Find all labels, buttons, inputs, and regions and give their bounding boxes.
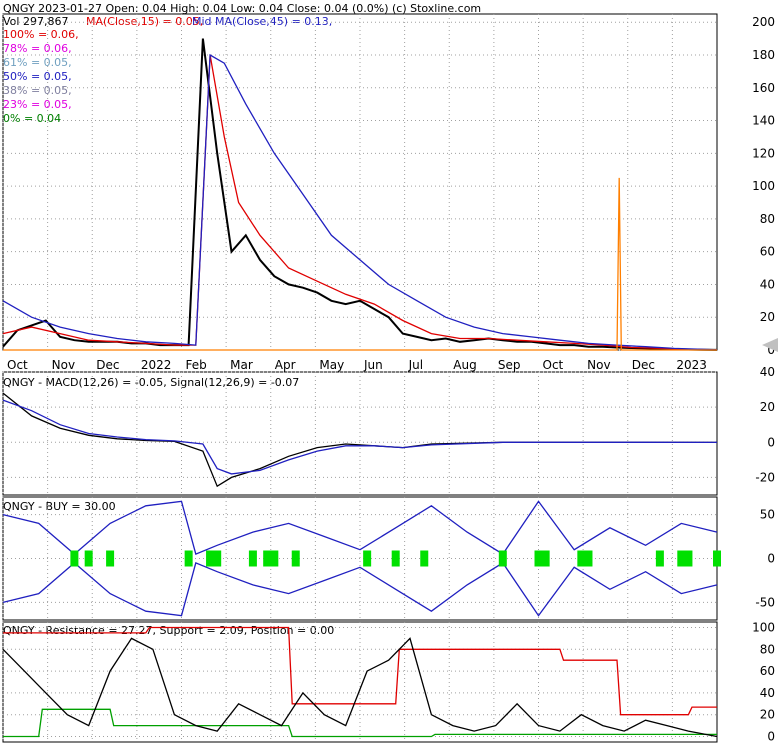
buy-marker [206,550,215,567]
volume-label: Vol 297,867 [3,15,68,28]
fib-level-label: 100% = 0.06, [3,28,79,41]
y-tick-label: 100 [752,179,775,193]
fib-level-label: 50% = 0.05, [3,70,72,83]
y-tick-label: 20 [760,400,775,414]
buy-marker [213,550,222,567]
buy-marker [541,550,550,567]
macd-title: QNGY - MACD(12,26) = -0.05, Signal(12,26… [3,376,299,389]
y-tick-label: 40 [760,277,775,291]
buy-marker [713,550,721,567]
buy-marker [498,550,507,567]
x-tick-label: Feb [186,358,207,372]
x-tick-label: Nov [52,358,75,372]
buy-marker [106,550,115,567]
buy-marker [363,550,372,567]
buy-marker [655,550,664,567]
series-position [2,637,718,738]
buy-marker [84,550,93,567]
buy-marker [684,550,693,567]
buy-marker [420,550,429,567]
x-tick-label: May [319,358,344,372]
buy-marker [263,550,272,567]
x-tick-label: Jul [408,358,423,372]
buy-marker [584,550,593,567]
y-tick-label: 60 [760,245,775,259]
x-tick-label: Aug [453,358,476,372]
y-tick-label: 40 [760,365,775,379]
y-tick-label: 20 [760,708,775,722]
y-tick-label: 180 [752,48,775,62]
buy-marker [70,550,79,567]
ma45-label: Mid MA(Close,45) = 0.13, [192,15,332,28]
y-tick-label: 200 [752,15,775,29]
buy-marker [677,550,686,567]
x-tick-label: Oct [7,358,28,372]
y-tick-label: 20 [760,310,775,324]
buy-marker [248,550,257,567]
y-tick-label: 40 [760,686,775,700]
x-tick-label: Dec [632,358,655,372]
y-tick-label: 100 [752,620,775,634]
y-tick-label: 50 [760,508,775,522]
stock-chart: QNGY 2023-01-27 Open: 0.04 High: 0.04 Lo… [0,0,778,746]
chart-canvas: QNGY 2023-01-27 Open: 0.04 High: 0.04 Lo… [2,2,778,744]
fib-level-label: 23% = 0.05, [3,98,72,111]
y-tick-label: 120 [752,146,775,160]
x-tick-label: Mar [230,358,253,372]
y-tick-label: 60 [760,664,775,678]
y-tick-label: 160 [752,81,775,95]
fib-level-label: 0% = 0.04 [3,112,61,125]
header-line: QNGY 2023-01-27 Open: 0.04 High: 0.04 Lo… [3,2,481,15]
x-tick-label: Dec [96,358,119,372]
y-tick-label: 140 [752,114,775,128]
fib-level-label: 38% = 0.05, [3,84,72,97]
x-tick-label: 2023 [676,358,707,372]
y-tick-label: -50 [755,595,775,609]
fib-level-label: 78% = 0.06, [3,42,72,55]
buy-title: QNGY - BUY = 30.00 [3,500,116,513]
x-tick-label: Jun [363,358,383,372]
buy-marker [577,550,586,567]
series-volume [3,177,717,351]
buy-marker [270,550,279,567]
y-tick-label: 80 [760,212,775,226]
buy-marker [534,550,543,567]
y-tick-label: 0 [767,552,775,566]
y-tick-label: 80 [760,642,775,656]
x-tick-label: Oct [543,358,564,372]
buy-marker [391,550,400,567]
x-tick-label: Nov [587,358,610,372]
fib-level-label: 61% = 0.05, [3,56,72,69]
x-tick-label: Sep [498,358,521,372]
y-tick-label: 0 [767,435,775,449]
x-tick-label: Apr [275,358,296,372]
position-title: QNGY - Resistance = 27.27, Support = 2.0… [3,624,334,637]
y-tick-label: -20 [755,470,775,484]
buy-marker [184,550,193,567]
y-tick-label: 0 [767,730,775,744]
buy-marker [291,550,300,567]
x-tick-label: 2022 [141,358,172,372]
ma15-label: MA(Close,15) = 0.05, [86,15,203,28]
